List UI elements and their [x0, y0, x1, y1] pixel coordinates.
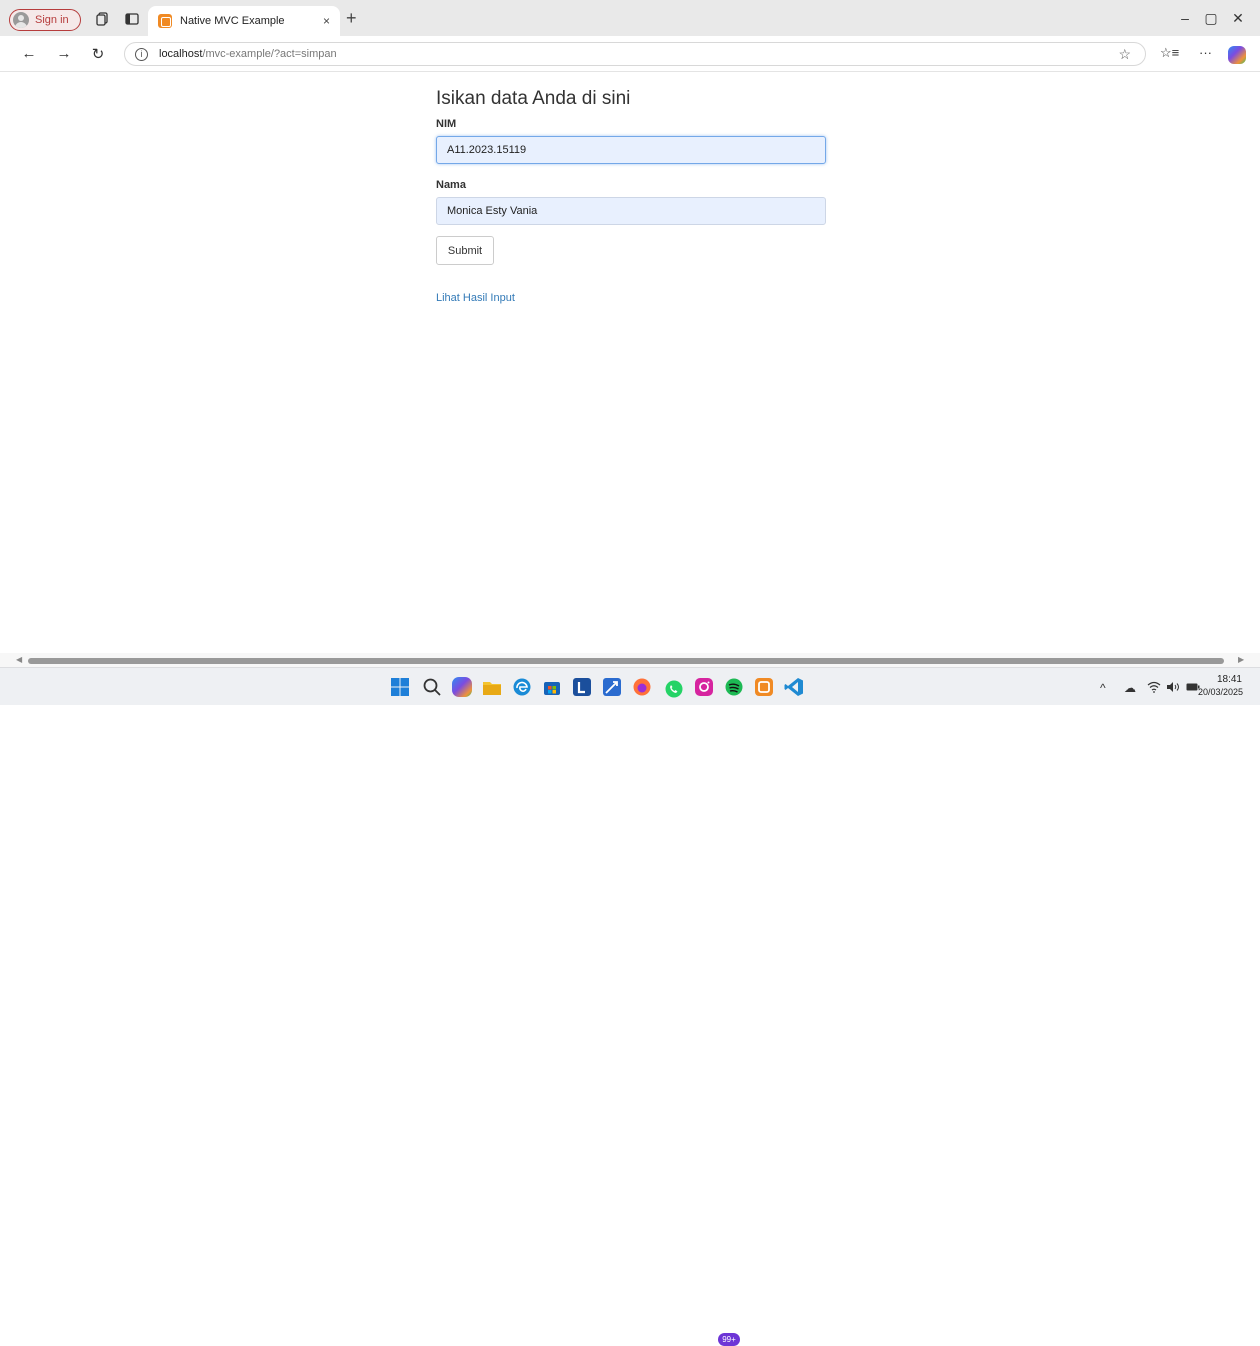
- xampp-icon[interactable]: [754, 677, 774, 697]
- instagram-icon[interactable]: [694, 677, 714, 697]
- close-window-button[interactable]: ✕: [1228, 10, 1248, 27]
- address-toolbar: ← → ↻ i localhost/mvc-example/?act=simpa…: [0, 36, 1260, 72]
- whatsapp-icon[interactable]: [664, 677, 684, 698]
- scrollbar-thumb[interactable]: [28, 658, 1224, 664]
- l-app-icon[interactable]: [572, 677, 592, 697]
- clock-time[interactable]: 18:41: [1212, 674, 1242, 685]
- address-bar[interactable]: i localhost/mvc-example/?act=simpan ☆: [124, 42, 1146, 66]
- refresh-icon[interactable]: ↻: [89, 45, 107, 63]
- sign-in-button[interactable]: Sign in: [9, 9, 81, 31]
- design-app-icon[interactable]: [602, 677, 622, 697]
- site-info-icon[interactable]: i: [135, 47, 148, 61]
- spotify-icon[interactable]: [724, 677, 744, 697]
- firefox-icon[interactable]: [632, 677, 652, 697]
- show-hidden-icons-icon[interactable]: ^: [1100, 681, 1106, 695]
- tab-title: Native MVC Example: [180, 15, 285, 27]
- store-icon[interactable]: [542, 677, 562, 697]
- view-results-link[interactable]: Lihat Hasil Input: [436, 292, 515, 304]
- submit-button[interactable]: Submit: [436, 236, 494, 265]
- back-arrow-icon[interactable]: ←: [20, 45, 38, 62]
- notification-badge: 99+: [718, 1333, 740, 1346]
- nama-label: Nama: [436, 179, 466, 191]
- wifi-icon[interactable]: [1147, 681, 1161, 696]
- volume-icon[interactable]: [1166, 681, 1180, 696]
- file-explorer-icon[interactable]: [482, 677, 502, 697]
- minimize-button[interactable]: –: [1175, 10, 1195, 26]
- scroll-left-icon[interactable]: ◀: [16, 655, 22, 664]
- windows-taskbar: 99+ ^ ☁ 18:41 20/03/2025: [0, 667, 1260, 1346]
- tab-actions-icon[interactable]: [124, 11, 140, 27]
- start-icon[interactable]: [390, 677, 410, 697]
- edge-icon[interactable]: [512, 677, 532, 697]
- sign-in-label: Sign in: [35, 14, 69, 26]
- search-icon[interactable]: [422, 677, 442, 697]
- page-content: Isikan data Anda di sini NIM Nama Submit…: [0, 73, 1260, 653]
- nama-input[interactable]: [436, 197, 826, 225]
- collections-icon[interactable]: [95, 11, 111, 27]
- nim-input[interactable]: [436, 136, 826, 164]
- nim-label: NIM: [436, 118, 457, 130]
- profile-avatar-icon: [13, 12, 29, 28]
- browser-title-bar: Sign in Native MVC Example × + – ▢ ✕: [0, 0, 1260, 36]
- maximize-button[interactable]: ▢: [1201, 10, 1221, 27]
- scroll-right-icon[interactable]: ▶: [1238, 655, 1244, 664]
- tab-close-icon[interactable]: ×: [323, 14, 330, 28]
- favorites-list-icon[interactable]: ☆≡: [1160, 45, 1179, 61]
- url-path: /mvc-example/?act=simpan: [202, 48, 337, 60]
- copilot-icon[interactable]: [1228, 46, 1246, 64]
- copilot-app-icon[interactable]: [452, 677, 472, 697]
- url-host: localhost: [159, 48, 203, 60]
- forward-arrow-icon[interactable]: →: [55, 45, 73, 62]
- cloud-sync-icon[interactable]: ☁: [1124, 681, 1136, 695]
- new-tab-button[interactable]: +: [346, 8, 357, 29]
- vscode-icon[interactable]: [784, 677, 804, 697]
- clock-date[interactable]: 20/03/2025: [1189, 687, 1243, 697]
- horizontal-scrollbar[interactable]: ◀ ▶: [0, 653, 1260, 667]
- xampp-favicon-icon: [158, 14, 172, 28]
- favorite-star-icon[interactable]: ☆: [1118, 46, 1131, 63]
- active-tab[interactable]: Native MVC Example ×: [148, 6, 340, 36]
- more-menu-icon[interactable]: ···: [1199, 45, 1212, 60]
- form-heading: Isikan data Anda di sini: [436, 88, 631, 109]
